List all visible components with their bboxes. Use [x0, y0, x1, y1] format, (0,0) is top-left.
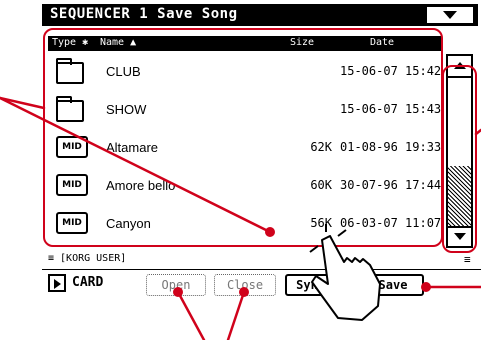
callout-dot: [265, 227, 275, 237]
pointing-hand-icon: [309, 224, 381, 321]
callout-line: [0, 96, 46, 110]
callout-dot: [421, 282, 431, 292]
callout-line: [176, 290, 206, 340]
callout-dot: [173, 287, 183, 297]
callout-line: [474, 128, 481, 136]
callout-line: [0, 96, 272, 234]
callout-line: [226, 290, 246, 340]
annotation-overlay: [0, 96, 481, 340]
callout-dot: [239, 287, 249, 297]
